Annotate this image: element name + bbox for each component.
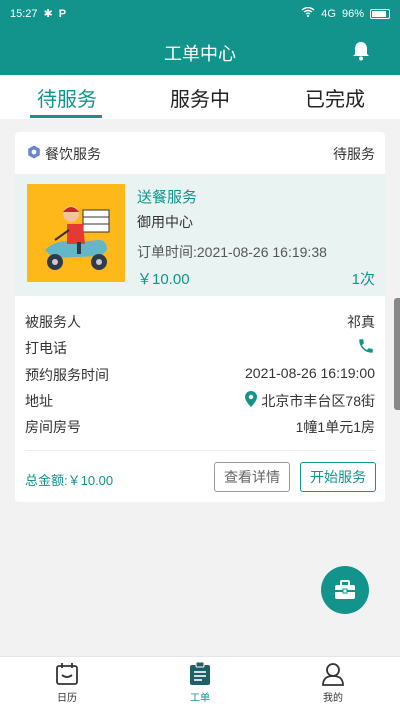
nav-profile[interactable]: 我的 xyxy=(298,661,368,704)
active-tab-indicator xyxy=(30,115,102,118)
tab-in-service[interactable]: 服务中 xyxy=(170,83,230,112)
tab-completed[interactable]: 已完成 xyxy=(305,83,365,112)
nav-profile-label: 我的 xyxy=(323,693,343,704)
phone-icon[interactable] xyxy=(357,337,375,355)
bell-icon[interactable] xyxy=(350,40,372,62)
order-card-header: 餐饮服务 待服务 xyxy=(15,132,385,172)
status-tabs: 待服务 服务中 已完成 xyxy=(0,75,400,119)
recipient-label: 被服务人 xyxy=(25,314,81,330)
order-time: 订单时间:2021-08-26 16:19:38 xyxy=(137,244,327,260)
service-quantity: 1次 xyxy=(351,271,375,288)
order-status: 待服务 xyxy=(333,146,375,162)
clock: 15:27 xyxy=(10,7,38,20)
app-header: 工单中心 xyxy=(0,28,400,75)
service-category: 餐饮服务 xyxy=(45,146,101,162)
address-label: 地址 xyxy=(25,393,53,409)
user-icon xyxy=(322,663,344,686)
appointment-time: 2021-08-26 16:19:00 xyxy=(245,365,375,381)
recipient-name: 祁真 xyxy=(347,314,375,330)
wifi-icon xyxy=(301,6,315,20)
address-value: 北京市丰台区78街 xyxy=(261,393,375,409)
order-card: 餐饮服务 待服务 送餐服务 御用中心 订单时间:2021-08-26 16:19… xyxy=(15,132,385,502)
bottom-nav: 日历 工单 我的 xyxy=(0,656,400,711)
room-label: 房间房号 xyxy=(25,419,81,435)
location-pin-icon xyxy=(245,391,257,407)
service-provider: 御用中心 xyxy=(137,214,193,230)
service-title: 送餐服务 xyxy=(137,189,198,206)
tab-pending[interactable]: 待服务 xyxy=(37,83,97,112)
call-label: 打电话 xyxy=(25,340,67,356)
nav-calendar-label: 日历 xyxy=(57,693,77,704)
signal-label: 4G xyxy=(321,7,336,20)
address-row: 地址 北京市丰台区78街 xyxy=(25,389,375,411)
delivery-illustration xyxy=(27,184,125,282)
view-details-button[interactable]: 查看详情 xyxy=(214,462,290,492)
calendar-icon xyxy=(56,663,78,685)
recipient-row: 被服务人 祁真 xyxy=(25,310,375,332)
status-bar: 15:27 ✱ P 4G 96% xyxy=(0,0,400,28)
service-category-icon xyxy=(28,145,40,159)
appointment-label: 预约服务时间 xyxy=(25,367,109,383)
nav-calendar[interactable]: 日历 xyxy=(32,661,102,704)
bluetooth-icon: ✱ xyxy=(43,8,53,20)
call-row: 打电话 xyxy=(25,336,375,358)
scroll-handle[interactable] xyxy=(394,298,400,410)
page-title: 工单中心 xyxy=(164,44,236,64)
room-row: 房间房号 1幢1单元1房 xyxy=(25,415,375,437)
service-item[interactable]: 送餐服务 御用中心 订单时间:2021-08-26 16:19:38 ￥10.0… xyxy=(15,174,385,296)
divider xyxy=(25,450,375,451)
p-icon: P xyxy=(58,7,67,20)
nav-work-orders[interactable]: 工单 xyxy=(165,661,235,704)
toolbox-icon xyxy=(335,580,355,599)
room-value: 1幢1单元1房 xyxy=(295,419,375,435)
service-price: ￥10.00 xyxy=(137,271,190,288)
toolbox-button[interactable] xyxy=(321,566,369,614)
clipboard-icon xyxy=(190,661,210,685)
nav-work-orders-label: 工单 xyxy=(190,693,210,704)
battery-percent: 96% xyxy=(341,7,364,20)
appointment-row: 预约服务时间 2021-08-26 16:19:00 xyxy=(25,363,375,385)
total-amount: 总金额:￥10.00 xyxy=(25,473,114,488)
battery-icon xyxy=(370,8,390,19)
start-service-button[interactable]: 开始服务 xyxy=(300,462,376,492)
